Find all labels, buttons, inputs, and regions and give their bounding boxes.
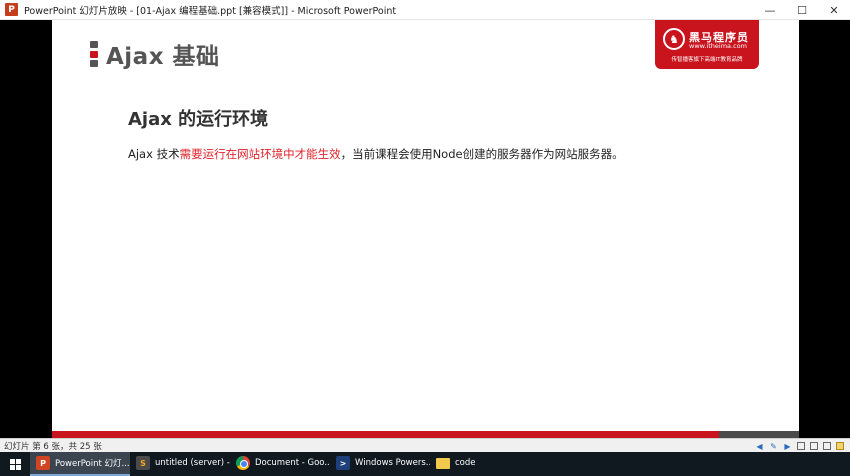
minimize-button[interactable]: — bbox=[754, 0, 786, 20]
slideshow-view-icon[interactable] bbox=[836, 442, 844, 450]
taskbar-item-powerpoint[interactable]: P PowerPoint 幻灯... bbox=[30, 452, 130, 476]
taskbar-item-sublime[interactable]: S untitled (server) -... bbox=[130, 452, 230, 476]
slide-heading: Ajax 基础 bbox=[90, 37, 220, 71]
start-button[interactable] bbox=[0, 452, 30, 476]
marker-block bbox=[90, 41, 98, 48]
taskbar-item-powershell[interactable]: > Windows Powers... bbox=[330, 452, 430, 476]
taskbar-item-label: Document - Goo... bbox=[255, 458, 330, 468]
previous-slide-icon[interactable]: ◀ bbox=[755, 442, 764, 451]
body-text-suffix: ，当前课程会使用Node创建的服务器作为网站服务器。 bbox=[340, 147, 624, 161]
taskbar-item-label: untitled (server) -... bbox=[155, 458, 230, 468]
logo-slogan: 传智播客旗下高端IT教育品牌 bbox=[671, 57, 743, 63]
heading-marker-icon bbox=[90, 41, 98, 67]
folder-icon bbox=[436, 457, 450, 469]
windows-logo-icon bbox=[9, 458, 21, 470]
chrome-icon bbox=[236, 456, 250, 470]
sublime-text-icon: S bbox=[136, 456, 150, 470]
window-controls: — ☐ ✕ bbox=[754, 0, 850, 20]
powerpoint-icon: P bbox=[5, 3, 18, 16]
taskbar: P PowerPoint 幻灯... S untitled (server) -… bbox=[0, 452, 850, 476]
maximize-button[interactable]: ☐ bbox=[786, 0, 818, 20]
powershell-icon: > bbox=[336, 456, 350, 470]
taskbar-item-code-folder[interactable]: code bbox=[430, 452, 530, 476]
powerpoint-icon: P bbox=[36, 456, 50, 470]
pen-icon[interactable]: ✎ bbox=[769, 442, 778, 451]
marker-block bbox=[90, 50, 98, 58]
next-slide-icon[interactable]: ▶ bbox=[783, 442, 792, 451]
slide-footer-dark-block bbox=[719, 431, 799, 438]
itheima-logo: ♞ 黑马程序员 www.itheima.com 传智播客旗下高端IT教育品牌 bbox=[655, 20, 759, 69]
horse-logo-icon: ♞ bbox=[663, 28, 685, 50]
slide-sorter-icon[interactable] bbox=[810, 442, 818, 450]
marker-block bbox=[90, 60, 98, 67]
body-text-highlight: 需要运行在网站环境中才能生效 bbox=[179, 147, 341, 161]
status-bar: 幻灯片 第 6 张，共 25 张 ◀ ✎ ▶ bbox=[0, 438, 850, 452]
taskbar-item-label: Windows Powers... bbox=[355, 458, 430, 468]
status-icons: ◀ ✎ ▶ bbox=[755, 439, 844, 453]
window-titlebar: P PowerPoint 幻灯片放映 - [01-Ajax 编程基础.ppt [… bbox=[0, 0, 850, 20]
taskbar-item-label: code bbox=[455, 458, 476, 468]
window-title: PowerPoint 幻灯片放映 - [01-Ajax 编程基础.ppt [兼容… bbox=[24, 5, 397, 17]
slide-counter: 幻灯片 第 6 张，共 25 张 bbox=[4, 441, 102, 452]
taskbar-item-chrome[interactable]: Document - Goo... bbox=[230, 452, 330, 476]
reading-view-icon[interactable] bbox=[823, 442, 831, 450]
slide-subheading: Ajax 的运行环境 bbox=[128, 109, 269, 130]
slide-body-text: Ajax 技术需要运行在网站环境中才能生效，当前课程会使用Node创建的服务器作… bbox=[128, 146, 624, 162]
slide-title: Ajax 基础 bbox=[106, 44, 220, 70]
slide-footer-bar bbox=[52, 431, 799, 438]
close-button[interactable]: ✕ bbox=[818, 0, 850, 20]
slide[interactable]: Ajax 基础 ♞ 黑马程序员 www.itheima.com 传智播客旗下高端… bbox=[52, 20, 799, 438]
normal-view-icon[interactable] bbox=[797, 442, 805, 450]
logo-url: www.itheima.com bbox=[689, 42, 747, 50]
body-text-prefix: Ajax 技术 bbox=[128, 147, 180, 161]
slideshow-stage: Ajax 基础 ♞ 黑马程序员 www.itheima.com 传智播客旗下高端… bbox=[0, 20, 850, 438]
taskbar-item-label: PowerPoint 幻灯... bbox=[55, 459, 130, 469]
